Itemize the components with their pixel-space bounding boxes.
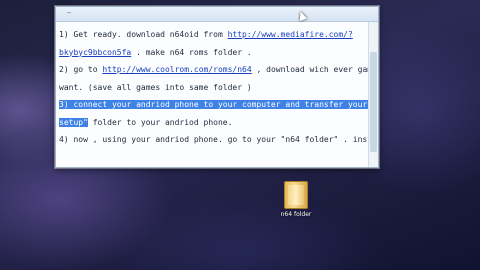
selected-text: connect your andriod phone to your compu… bbox=[68, 100, 378, 109]
text-editor-area[interactable]: 1) Get ready. download n64oid from http:… bbox=[56, 22, 378, 167]
text-line-3: 2) go to http://www.coolrom.com/roms/n64… bbox=[59, 61, 378, 79]
vertical-scrollbar[interactable] bbox=[368, 22, 378, 167]
minimize-icon[interactable]: – bbox=[64, 9, 74, 18]
line-text: , download wich ever game you bbox=[256, 65, 378, 74]
line-text: . make n64 roms folder . bbox=[131, 47, 252, 57]
line-text: 1) Get ready. download n64oid from bbox=[59, 30, 228, 39]
folder-icon bbox=[284, 181, 308, 209]
line-text: want. (save all games into same folder ) bbox=[59, 82, 252, 92]
desktop-icon-label: n64 folder bbox=[280, 211, 312, 218]
mediafire-link[interactable]: http://www.mediafire.com/? bbox=[228, 30, 353, 39]
text-line-2: bkybyc9bbcon5fa . make n64 roms folder . bbox=[59, 44, 364, 62]
text-line-5: 3) connect your andriod phone to your co… bbox=[59, 96, 378, 114]
notepad-window[interactable]: – 1) Get ready. download n64oid from htt… bbox=[55, 6, 379, 168]
step-number: 3) bbox=[59, 100, 69, 109]
line-text: folder to your andriod phone. bbox=[87, 117, 233, 127]
line-text: 4) now , using your andriod phone. go to… bbox=[59, 135, 378, 144]
text-line-4: want. (save all games into same folder ) bbox=[59, 79, 364, 97]
text-line-1: 1) Get ready. download n64oid from http:… bbox=[59, 26, 364, 44]
scrollbar-thumb[interactable] bbox=[370, 52, 377, 152]
text-line-6: setup" folder to your andriod phone. bbox=[59, 114, 364, 132]
text-line-7: 4) now , using your andriod phone. go to… bbox=[59, 131, 378, 149]
mediafire-link-continued[interactable]: bkybyc9bbcon5fa bbox=[59, 48, 131, 57]
coolrom-link[interactable]: http://www.coolrom.com/roms/n64 bbox=[102, 65, 251, 74]
desktop-folder-n64[interactable]: n64 folder bbox=[272, 181, 320, 218]
selected-text: setup" bbox=[59, 117, 88, 127]
line-text: 2) go to bbox=[59, 65, 103, 74]
window-titlebar[interactable]: – bbox=[56, 7, 378, 22]
